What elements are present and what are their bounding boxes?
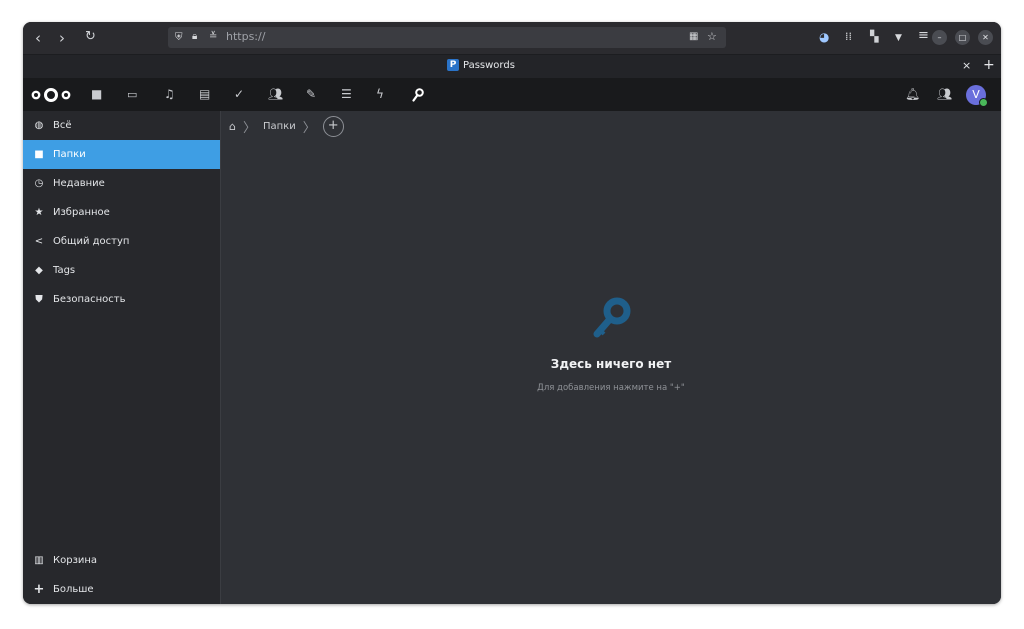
bookmark-star-icon[interactable]: ☆ xyxy=(707,31,717,43)
avatar[interactable]: V xyxy=(966,85,988,107)
notes-icon[interactable]: ✎ xyxy=(306,88,316,101)
sidebar-item-label: Общий доступ xyxy=(53,236,130,247)
sidebar-item-favorites[interactable]: ★ Избранное xyxy=(23,198,220,227)
sidebar-item-label: Безопасность xyxy=(53,294,126,305)
lock-icon: 🔒︎ xyxy=(192,31,198,42)
tag-icon: ◆ xyxy=(35,265,43,276)
tab-passwords[interactable]: P Passwords xyxy=(447,59,515,71)
breadcrumb: ⌂ 〉 Папки 〉 + xyxy=(229,116,344,137)
passwords-icon[interactable] xyxy=(412,88,424,102)
shield-icon: ⛨ xyxy=(175,32,183,43)
dropdown-icon[interactable]: ▼ xyxy=(895,32,902,44)
music-icon[interactable]: ♫ xyxy=(164,88,175,101)
contacts-menu-icon[interactable]: 👥︎ xyxy=(937,88,952,101)
tab-bar: P Passwords × + xyxy=(23,54,1001,78)
folder-icon: ■ xyxy=(34,149,44,160)
plus-icon: + xyxy=(33,582,45,597)
breadcrumb-current[interactable]: Папки xyxy=(263,121,296,132)
maximize-icon[interactable]: □ xyxy=(955,30,970,45)
grid-icon[interactable]: ▦ xyxy=(689,31,698,43)
home-icon[interactable]: ⌂ xyxy=(229,120,236,133)
nextcloud-logo-icon[interactable] xyxy=(31,87,71,103)
back-icon[interactable]: ‹ xyxy=(35,31,41,46)
sidebar-item-recent[interactable]: ◷ Недавние xyxy=(23,169,220,198)
online-status-icon xyxy=(979,98,988,107)
url-text[interactable]: https:// xyxy=(226,30,265,43)
shield-icon: ⛊ xyxy=(35,294,43,305)
clock-icon: ◷ xyxy=(34,178,44,189)
url-bar[interactable]: ⛨ 🔒︎ ≚ https:// ▦ ☆ xyxy=(168,27,726,48)
reload-icon[interactable]: ↻ xyxy=(85,30,96,44)
key-icon xyxy=(593,297,631,338)
sidebar: ◍ Всё ■ Папки ◷ Недавние ★ Избранное < О… xyxy=(23,111,221,604)
chevron-right-icon: 〉 xyxy=(242,121,256,136)
sidebar-item-security[interactable]: ⛊ Безопасность xyxy=(23,285,220,314)
browser-window: ‹ › ↻ ⛨ 🔒︎ ≚ https:// ▦ ☆ ◕ ⁞⁞ ▚ ▼ ≡ – □… xyxy=(23,22,1001,604)
empty-state-description: Для добавления нажмите на "+" xyxy=(537,383,685,393)
deck-icon[interactable]: ☰ xyxy=(341,88,352,101)
browser-toolbar: ‹ › ↻ ⛨ 🔒︎ ≚ https:// ▦ ☆ ◕ ⁞⁞ ▚ ▼ ≡ – □… xyxy=(23,22,1001,54)
sidebar-item-more[interactable]: + Больше xyxy=(23,575,220,604)
star-icon: ★ xyxy=(34,207,44,218)
sidebar-item-folders[interactable]: ■ Папки xyxy=(23,140,220,169)
photos-icon[interactable]: ▭ xyxy=(127,88,137,101)
calendar-icon[interactable]: ▤ xyxy=(199,88,210,101)
main-content: ⌂ 〉 Папки 〉 + Здесь ничего нет Для добав… xyxy=(221,111,1001,604)
sidebar-item-shared[interactable]: < Общий доступ xyxy=(23,227,220,256)
sidebar-item-all[interactable]: ◍ Всё xyxy=(23,111,220,140)
notifications-icon[interactable]: 🔔︎ xyxy=(905,88,920,101)
sidebar-item-label: Недавние xyxy=(53,178,105,189)
sidebar-item-label: Избранное xyxy=(53,207,110,218)
files-icon[interactable]: ■ xyxy=(91,88,102,101)
extension-icon[interactable]: ◕ xyxy=(819,31,829,43)
add-button[interactable]: + xyxy=(322,116,344,137)
translate-icon[interactable]: ▚ xyxy=(870,31,878,43)
sidebar-item-label: Tags xyxy=(53,265,76,276)
contacts-icon[interactable]: 👥︎ xyxy=(268,88,283,101)
share-icon: < xyxy=(34,236,44,247)
tasks-icon[interactable]: ✓ xyxy=(234,88,244,101)
globe-icon: ◍ xyxy=(34,120,44,131)
avatar-initial: V xyxy=(972,88,980,101)
empty-state-title: Здесь ничего нет xyxy=(550,357,672,371)
sidebar-item-trash[interactable]: ▥ Корзина xyxy=(23,546,220,575)
forward-icon[interactable]: › xyxy=(59,31,65,46)
app-header: ■ ▭ ♫ ▤ ✓ 👥︎ ✎ ☰ ϟ 🔔︎ 👥︎ V xyxy=(23,78,1001,111)
sidebar-item-tags[interactable]: ◆ Tags xyxy=(23,256,220,285)
trash-icon: ▥ xyxy=(34,555,44,566)
activity-icon[interactable]: ϟ xyxy=(376,88,384,101)
chevron-right-icon: 〉 xyxy=(302,121,316,136)
tab-title: Passwords xyxy=(463,59,515,71)
sidebar-item-label: Больше xyxy=(53,584,94,595)
menu-icon[interactable]: ≡ xyxy=(918,29,929,42)
sidebar-item-label: Корзина xyxy=(53,555,98,566)
close-tab-icon[interactable]: × xyxy=(962,59,971,72)
passwords-favicon: P xyxy=(447,59,459,71)
minimize-icon[interactable]: – xyxy=(932,30,947,45)
sidebar-item-label: Всё xyxy=(53,120,72,131)
new-tab-icon[interactable]: + xyxy=(983,57,995,73)
permissions-icon: ≚ xyxy=(209,31,218,42)
close-window-icon[interactable]: ✕ xyxy=(978,30,993,45)
extensions-grid-icon[interactable]: ⁞⁞ xyxy=(845,31,852,43)
sidebar-item-label: Папки xyxy=(53,149,86,160)
